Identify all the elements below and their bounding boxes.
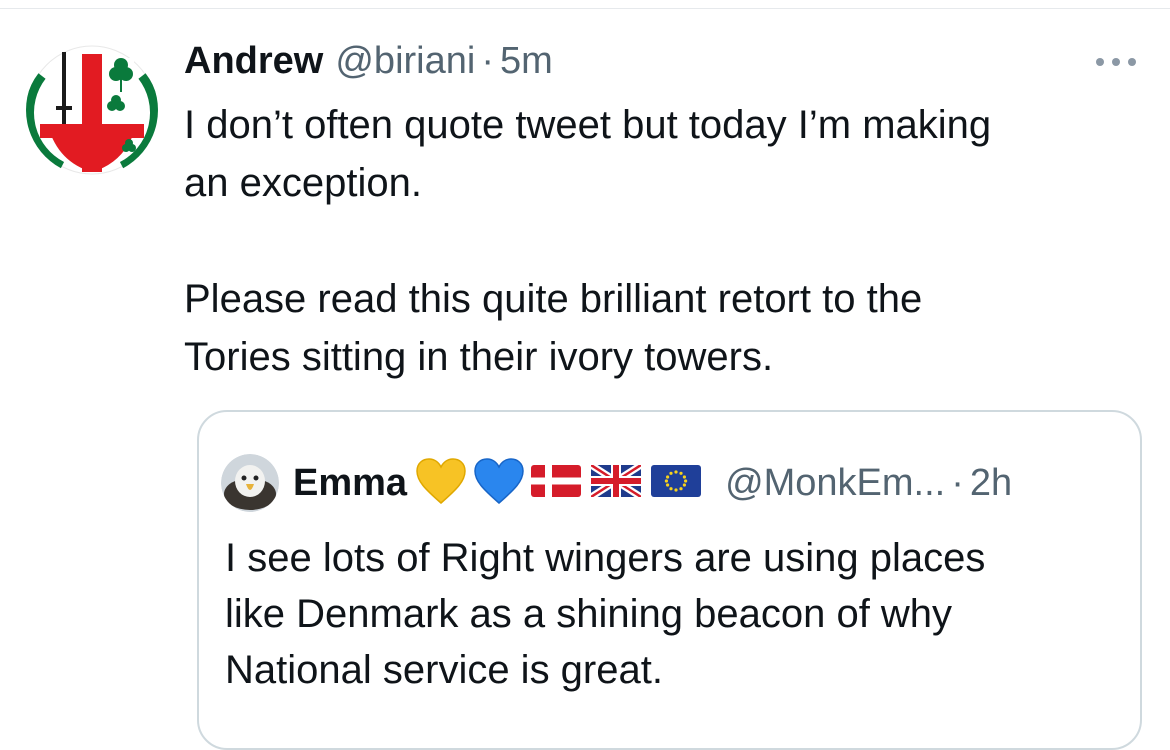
uk-flag-icon <box>589 461 643 502</box>
tweet-header: Andrew @biriani · 5m <box>184 40 553 90</box>
author-avatar[interactable] <box>26 44 158 176</box>
more-dots-icon <box>1096 58 1136 66</box>
quoted-tweet-timestamp[interactable]: 2h <box>970 462 1012 505</box>
tweet[interactable]: Andrew @biriani · 5m I don’t often quote… <box>0 0 1170 750</box>
eu-flag-icon <box>651 464 702 502</box>
more-options-button[interactable] <box>1092 50 1140 74</box>
quoted-author-handle[interactable]: @MonkEm... <box>725 462 945 505</box>
quoted-header-separator: · <box>951 461 964 504</box>
quoted-tweet-text: I see lots of Right wingers are using pl… <box>225 536 986 692</box>
header-separator: · <box>481 40 494 82</box>
quoted-tweet-header: Emma @MonkEm... · 2h <box>221 454 1012 512</box>
author-handle[interactable]: @biriani <box>335 40 475 83</box>
denmark-flag-icon <box>531 464 582 502</box>
yellow-heart-icon <box>415 457 467 510</box>
london-irish-crest-icon <box>26 45 158 175</box>
quoted-author-name[interactable]: Emma <box>293 462 407 505</box>
author-name[interactable]: Andrew <box>184 40 323 83</box>
tweet-timestamp[interactable]: 5m <box>500 40 553 83</box>
tweet-text: I don’t often quote tweet but today I’m … <box>184 103 992 379</box>
blue-heart-icon <box>473 457 525 510</box>
quoted-tweet-card[interactable]: Emma @MonkEm... · 2h I see lots of Right… <box>197 410 1142 750</box>
eagle-avatar-icon <box>221 454 279 512</box>
quoted-author-avatar[interactable] <box>221 454 279 512</box>
